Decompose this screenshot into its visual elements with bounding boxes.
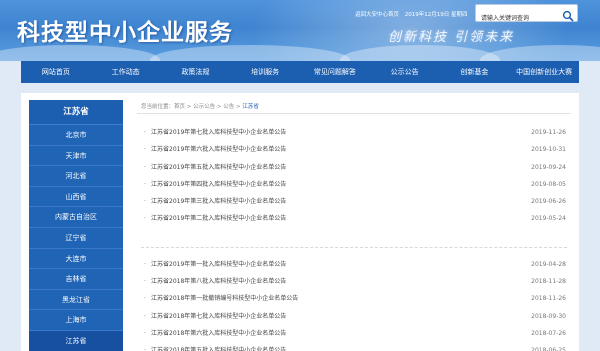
search-icon[interactable] xyxy=(562,7,574,22)
list-item[interactable]: · 江苏省2019年第四批入库科技型中小企业名单公告 2019-08-05 xyxy=(137,176,571,193)
breadcrumb-current: 江苏省 xyxy=(242,104,259,110)
list-item[interactable]: · 江苏省2018年第五批入库科技型中小企业名单公告 2018-06-25 xyxy=(137,342,571,351)
bullet-icon: · xyxy=(144,278,146,286)
breadcrumb-path[interactable]: 您当前位置：首页 > 公示公告 > 公告 > xyxy=(141,104,242,110)
sidebar-item-jiangsu[interactable]: 江苏省 xyxy=(29,330,123,351)
home-link[interactable]: 返回大安中心首页 xyxy=(355,12,399,18)
nav-training[interactable]: 培训服务 xyxy=(230,61,300,83)
sidebar-item-beijing[interactable]: 北京市 xyxy=(29,125,123,146)
list-item[interactable]: · 江苏省2019年第七批入库科技型中小企业名单公告 2019-11-26 xyxy=(137,124,571,141)
sidebar-item-inner-mongolia[interactable]: 内蒙古自治区 xyxy=(29,207,123,228)
sidebar-item-shanxi[interactable]: 山西省 xyxy=(29,186,123,208)
nav-policies[interactable]: 政策法规 xyxy=(161,61,231,83)
search-input[interactable] xyxy=(476,10,558,27)
announcement-list: · 江苏省2019年第七批入库科技型中小企业名单公告 2019-11-26 · 江苏省… xyxy=(137,124,571,351)
sidebar-title: 江苏省 xyxy=(29,100,123,125)
list-item[interactable]: · 江苏省2019年第三批入库科技型中小企业名单公告 2019-06-26 xyxy=(137,193,571,210)
list-item[interactable]: · 江苏省2018年第七批入库科技型中小企业名单公告 2018-09-30 xyxy=(137,308,571,325)
nav-faq[interactable]: 常见问题解答 xyxy=(300,61,370,83)
sidebar: 江苏省 北京市 天津市 河北省 山西省 内蒙古自治区 辽宁省 大连市 吉林省 黑… xyxy=(29,100,123,351)
bullet-icon: · xyxy=(144,198,146,206)
bullet-icon: · xyxy=(144,329,146,337)
nav-innovation-contest[interactable]: 中国创新创业大赛 xyxy=(509,61,579,83)
search-box xyxy=(475,4,578,27)
sidebar-item-shanghai[interactable]: 上海市 xyxy=(29,310,123,331)
content-panel: 您当前位置：首页 > 公示公告 > 公告 > 江苏省 · 江苏省2019年第七批入… xyxy=(137,100,571,351)
nav-announcements[interactable]: 公示公告 xyxy=(370,61,440,83)
sidebar-item-dalian[interactable]: 大连市 xyxy=(29,248,123,270)
sidebar-item-heilongjiang[interactable]: 黑龙江省 xyxy=(29,289,123,311)
nav-home[interactable]: 网站首页 xyxy=(21,61,91,83)
bullet-icon: · xyxy=(144,295,146,303)
main-nav: 网站首页 工作动态 政策法规 培训服务 常见问题解答 公示公告 创新基金 中国创… xyxy=(21,61,579,83)
sidebar-item-liaoning[interactable]: 辽宁省 xyxy=(29,227,123,249)
list-item[interactable]: · 江苏省2019年第六批入库科技型中小企业名单公告 2019-10-31 xyxy=(137,141,571,158)
sidebar-item-jilin[interactable]: 吉林省 xyxy=(29,269,123,290)
sidebar-item-hebei[interactable]: 河北省 xyxy=(29,166,123,187)
list-group-divider xyxy=(141,228,567,248)
nav-innovation-fund[interactable]: 创新基金 xyxy=(440,61,510,83)
list-item[interactable]: · 江苏省2018年第一批撤销编号科技型中小企业名单公告 2018-11-26 xyxy=(137,290,571,307)
list-item[interactable]: · 江苏省2018年第八批入库科技型中小企业名单公告 2018-11-28 xyxy=(137,273,571,290)
header-banner: 科技型中小企业服务 创新科技 引领未来 返回大安中心首页 2019年12月19日… xyxy=(0,0,600,61)
bullet-icon: · xyxy=(144,146,146,154)
bullet-icon: · xyxy=(144,129,146,136)
list-item[interactable]: · 江苏省2019年第五批入库科技型中小企业名单公告 2019-09-24 xyxy=(137,159,571,176)
bullet-icon: · xyxy=(144,215,146,223)
sidebar-item-tianjin[interactable]: 天津市 xyxy=(29,145,123,167)
top-info: 返回大安中心首页 2019年12月19日 星期四 xyxy=(355,10,472,18)
bullet-icon: · xyxy=(144,180,146,188)
breadcrumb: 您当前位置：首页 > 公示公告 > 公告 > 江苏省 xyxy=(137,100,571,114)
bullet-icon: · xyxy=(144,312,146,320)
bullet-icon: · xyxy=(144,347,146,351)
list-item[interactable]: · 江苏省2019年第二批入库科技型中小企业名单公告 2019-05-24 xyxy=(137,210,571,227)
site-title: 科技型中小企业服务 xyxy=(17,20,233,46)
site-slogan: 创新科技 引领未来 xyxy=(388,30,515,45)
bullet-icon: · xyxy=(144,163,146,171)
list-item[interactable]: · 江苏省2019年第一批入库科技型中小企业名单公告 2019-04-28 xyxy=(137,256,571,273)
current-date: 2019年12月19日 星期四 xyxy=(404,12,468,18)
nav-work-news[interactable]: 工作动态 xyxy=(91,61,161,83)
bullet-icon: · xyxy=(144,260,146,268)
list-item[interactable]: · 江苏省2018年第六批入库科技型中小企业名单公告 2018-07-26 xyxy=(137,325,571,342)
